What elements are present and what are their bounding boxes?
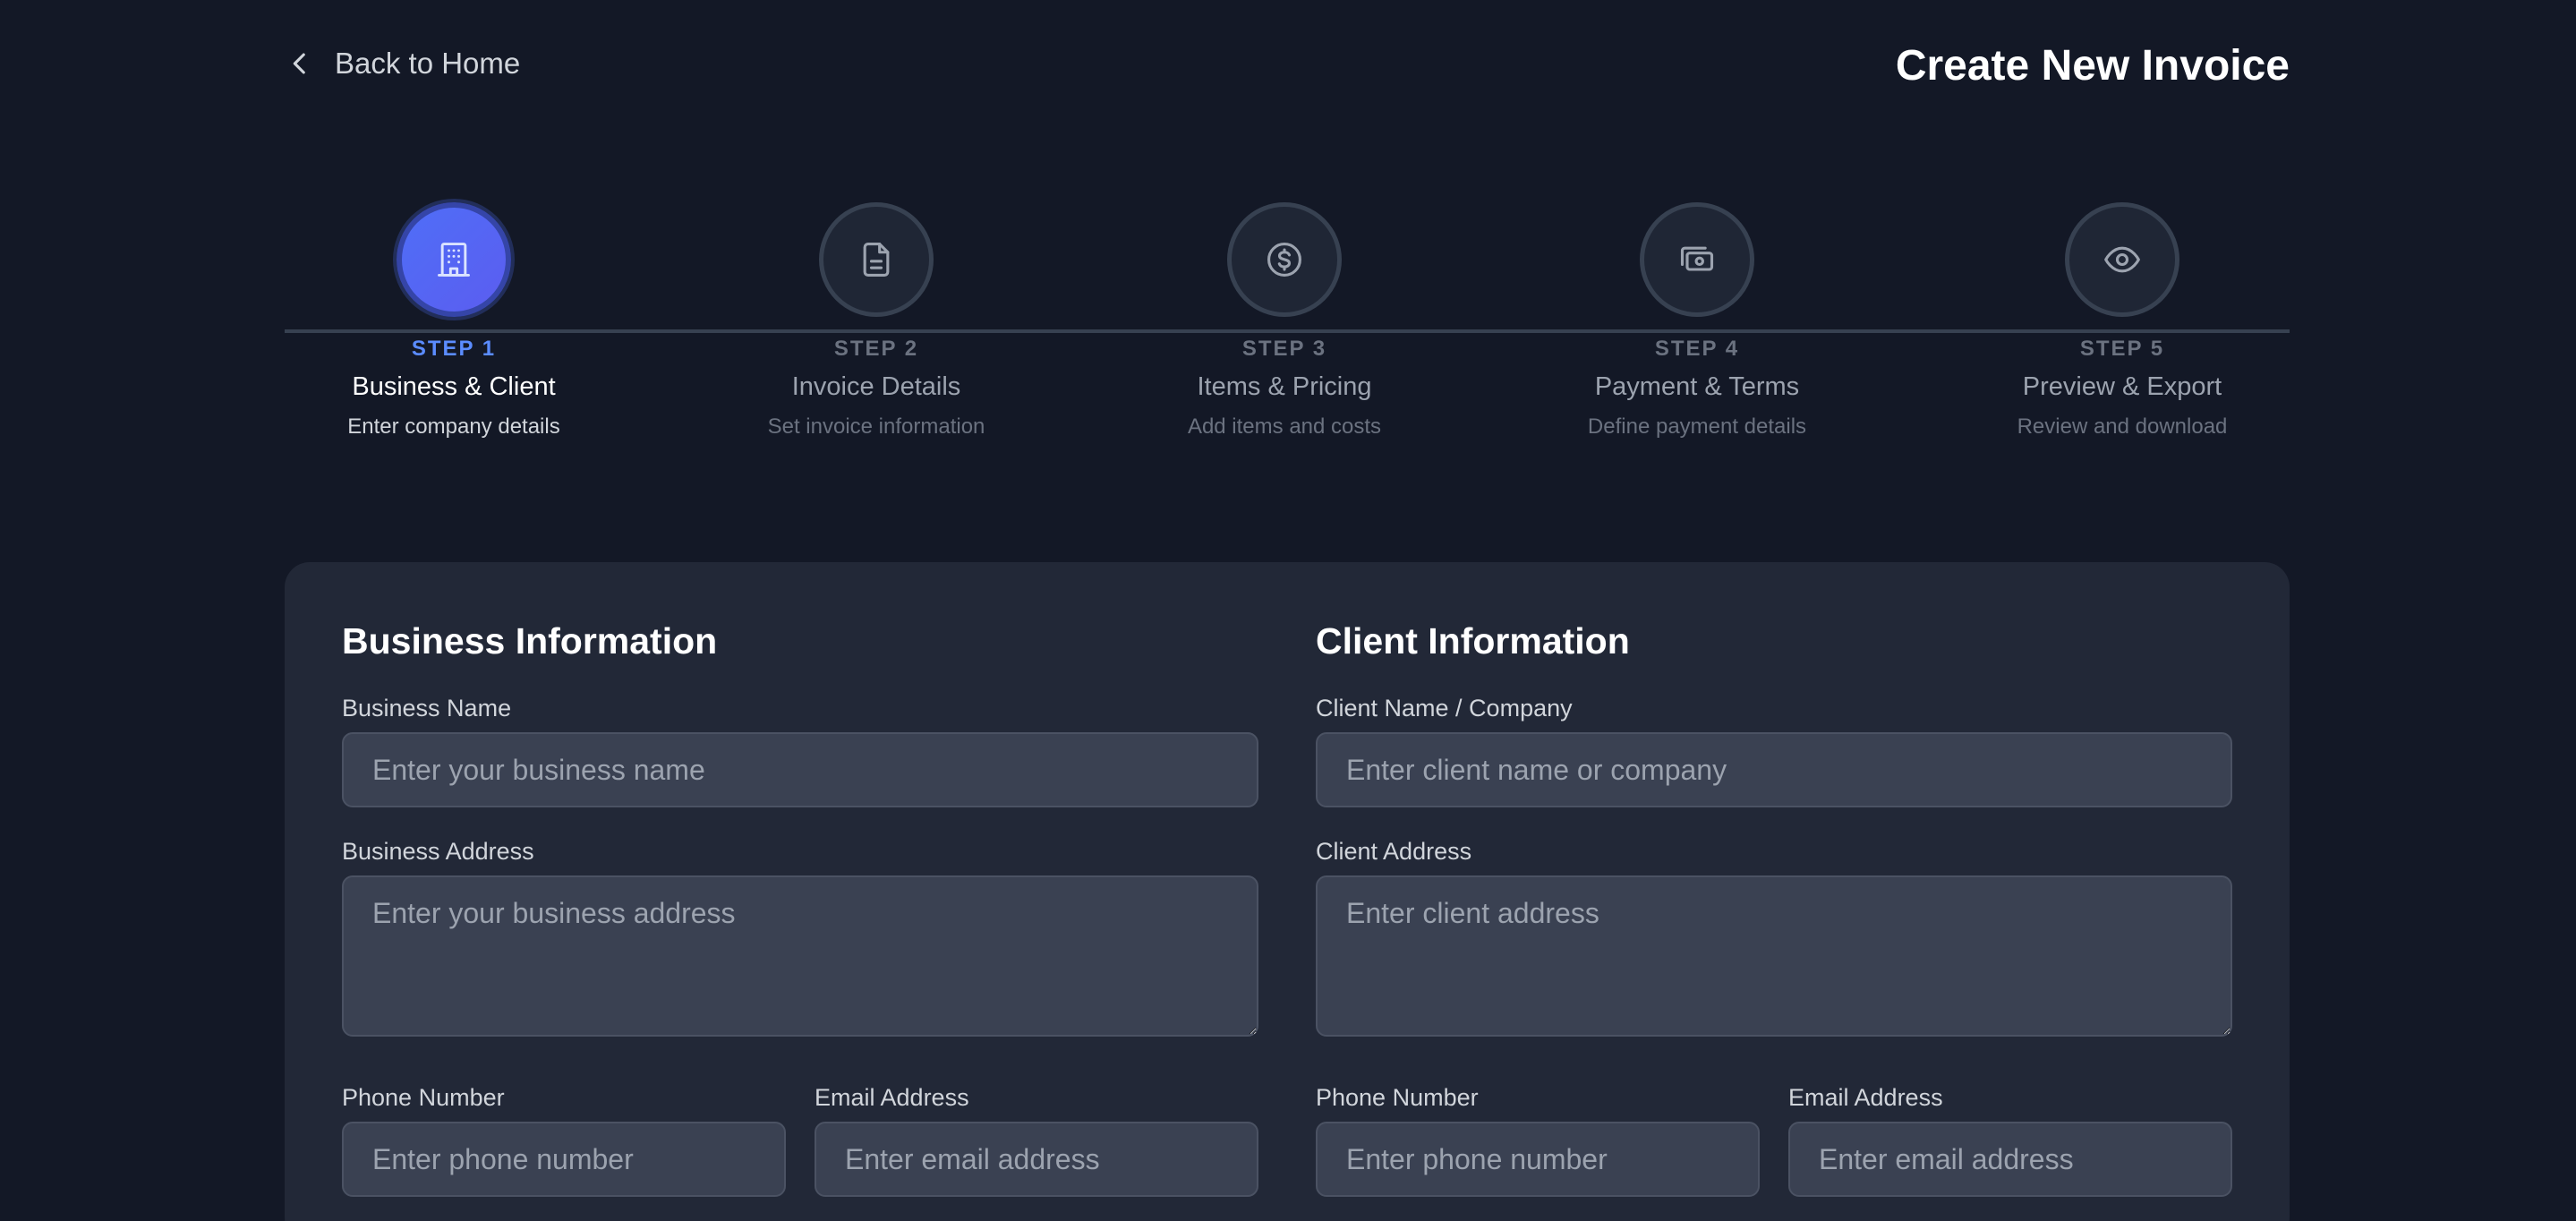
step-3-description: Add items and costs (1187, 414, 1382, 439)
step-5-name: Preview & Export (2022, 372, 2222, 401)
business-phone-input[interactable] (342, 1122, 786, 1197)
cash-icon (1680, 246, 1714, 271)
step-4-description: Define payment details (1587, 414, 1807, 439)
eye-icon (2104, 246, 2140, 273)
step-1-circle (397, 202, 511, 317)
client-contact-row: Phone Number Email Address (1316, 1084, 2232, 1197)
business-email-label: Email Address (815, 1084, 969, 1111)
client-email-group: Email Address (1788, 1084, 2232, 1197)
form-card: Business Information Business Name Busin… (285, 562, 2290, 1221)
step-5-number: STEP 5 (2079, 337, 2165, 361)
business-address-textarea[interactable] (342, 875, 1258, 1037)
business-email-group: Email Address (815, 1084, 1258, 1197)
business-address-label: Business Address (342, 838, 534, 865)
client-phone-input[interactable] (1316, 1122, 1760, 1197)
step-2[interactable]: STEP 2 Invoice Details Set invoice infor… (724, 202, 1028, 440)
business-name-group: Business Name (342, 695, 1258, 807)
business-email-input[interactable] (815, 1122, 1258, 1197)
step-5[interactable]: STEP 5 Preview & Export Review and downl… (1970, 202, 2274, 440)
business-name-input[interactable] (342, 732, 1258, 807)
step-1-number: STEP 1 (411, 337, 497, 361)
step-1[interactable]: STEP 1 Business & Client Enter company d… (302, 202, 606, 440)
back-to-home-link[interactable]: Back to Home (285, 47, 520, 81)
step-3-name: Items & Pricing (1197, 372, 1372, 401)
client-name-label: Client Name / Company (1316, 695, 1573, 722)
step-4[interactable]: STEP 4 Payment & Terms Define payment de… (1545, 202, 1849, 440)
client-information-section: Client Information Client Name / Company… (1316, 621, 2232, 1197)
business-name-label: Business Name (342, 695, 512, 722)
client-name-group: Client Name / Company (1316, 695, 2232, 807)
page-title: Create New Invoice (1895, 42, 2290, 90)
step-5-circle (2065, 202, 2179, 317)
client-name-input[interactable] (1316, 732, 2232, 807)
business-contact-row: Phone Number Email Address (342, 1084, 1258, 1197)
client-section-title: Client Information (1316, 620, 1630, 662)
client-email-label: Email Address (1788, 1084, 1943, 1111)
business-section-title: Business Information (342, 620, 718, 662)
step-5-description: Review and download (2017, 414, 2228, 439)
client-phone-label: Phone Number (1316, 1084, 1479, 1111)
dollar-icon (1267, 243, 1301, 277)
business-information-section: Business Information Business Name Busin… (342, 621, 1258, 1197)
step-3[interactable]: STEP 3 Items & Pricing Add items and cos… (1132, 202, 1437, 440)
step-2-circle (819, 202, 934, 317)
step-1-description: Enter company details (347, 414, 560, 439)
step-2-number: STEP 2 (833, 337, 919, 361)
invoice-page: Back to Home Create New Invoice STEP 1 B… (0, 0, 2576, 1221)
chevron-left-icon (293, 53, 305, 74)
business-phone-label: Phone Number (342, 1084, 505, 1111)
step-3-number: STEP 3 (1241, 337, 1327, 361)
step-4-name: Payment & Terms (1594, 372, 1800, 401)
building-icon (438, 243, 470, 277)
business-phone-group: Phone Number (342, 1084, 786, 1197)
client-address-label: Client Address (1316, 838, 1472, 865)
document-icon (863, 243, 890, 277)
client-address-group: Client Address (1316, 838, 2232, 1041)
step-2-description: Set invoice information (767, 414, 985, 439)
step-1-name: Business & Client (352, 372, 556, 401)
client-phone-group: Phone Number (1316, 1084, 1760, 1197)
step-2-name: Invoice Details (791, 372, 961, 401)
back-link-label: Back to Home (335, 47, 521, 80)
client-email-input[interactable] (1788, 1122, 2232, 1197)
step-4-circle (1640, 202, 1754, 317)
client-address-textarea[interactable] (1316, 875, 2232, 1037)
step-4-number: STEP 4 (1654, 337, 1740, 361)
business-address-group: Business Address (342, 838, 1258, 1041)
step-3-circle (1227, 202, 1342, 317)
